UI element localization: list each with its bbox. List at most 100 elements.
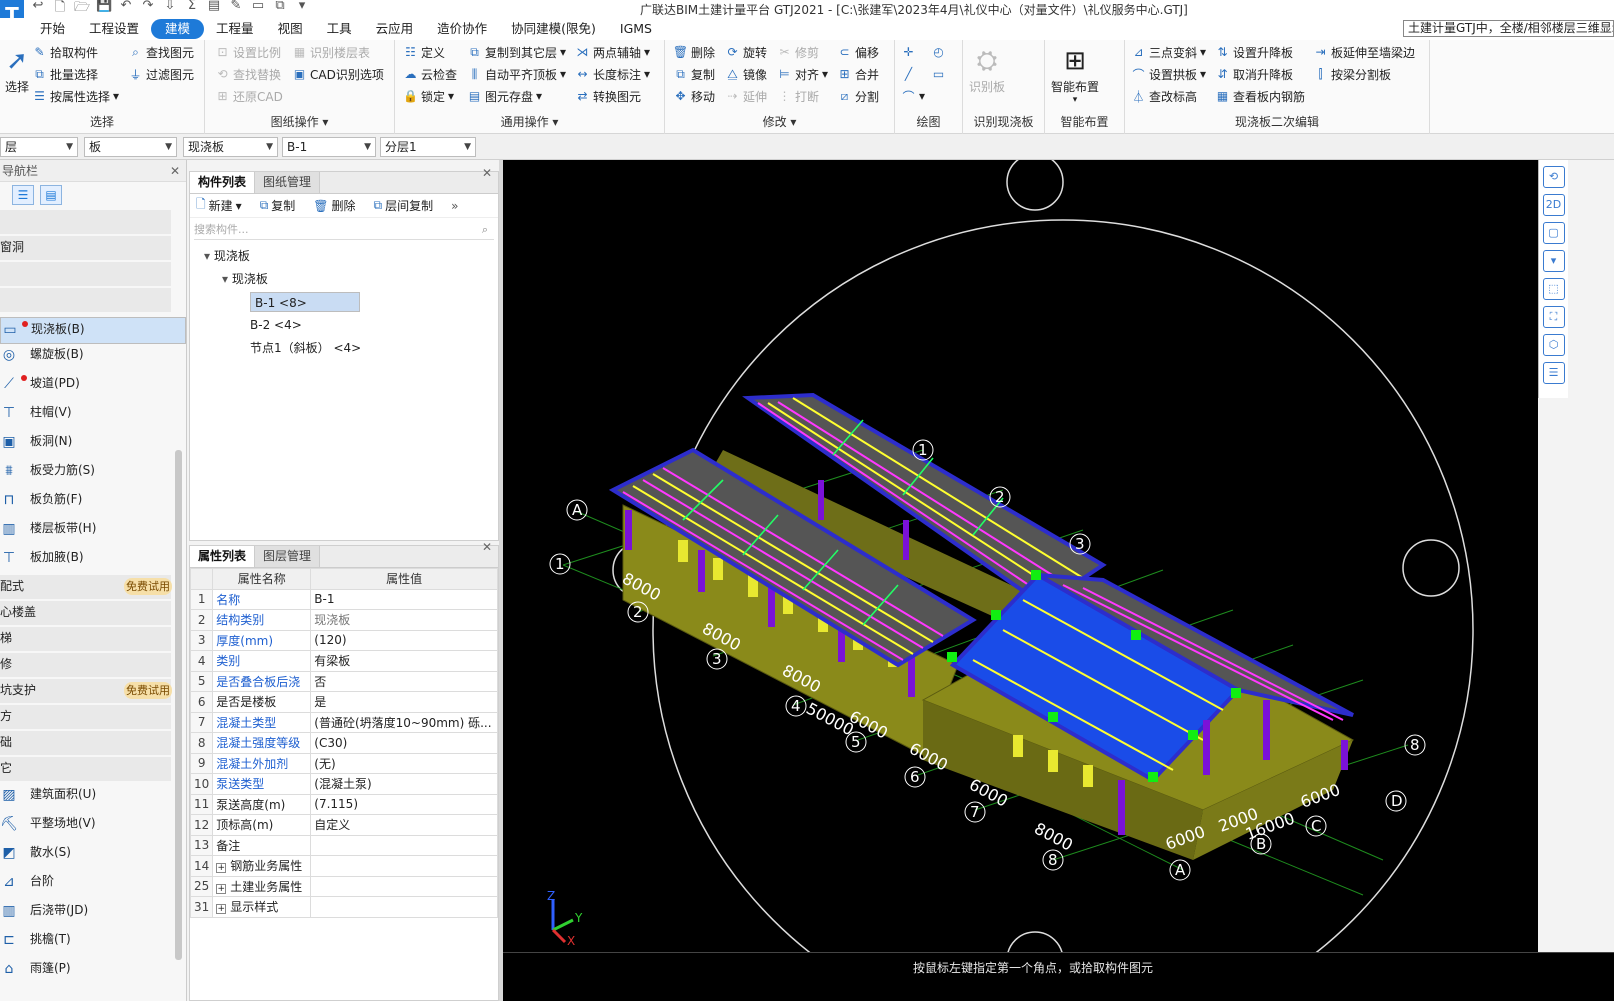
menu-2[interactable]: 建模 — [151, 19, 205, 39]
view-tool-icon-5[interactable]: ⛶ — [1542, 306, 1565, 328]
convert-element-button[interactable]: ⇄ 转换图元 — [575, 86, 641, 106]
nav-scrollbar[interactable] — [175, 450, 182, 960]
property-row[interactable]: 6 是否是楼板 是 — [189, 691, 498, 713]
quick-access-icon-9[interactable]: ✎ — [228, 0, 244, 20]
menu-8[interactable]: 协同建模(限免) — [499, 19, 608, 39]
set-arch-button[interactable]: ⌒ 设置拱板 ▾ — [1131, 64, 1206, 84]
copy-component-button[interactable]: ⧉ 复制 — [260, 197, 296, 214]
nav-item-22[interactable]: ⛏ 平整场地(V) — [0, 812, 186, 839]
property-row[interactable]: 12 顶标高(m) 自定义 — [189, 814, 498, 836]
common-group-label[interactable]: 通用操作 ▾ — [395, 113, 664, 130]
rotate-button[interactable]: ⟳ 旋转 — [725, 42, 767, 62]
menu-6[interactable]: 云应用 — [364, 19, 426, 39]
menu-1[interactable]: 工程设置 — [77, 19, 151, 39]
view-tool-icon-0[interactable]: ⟲ — [1542, 166, 1565, 188]
smart-layout-button[interactable]: ⊞ 智能布置 ▾ — [1051, 44, 1099, 105]
menu-9[interactable]: IGMS — [608, 19, 664, 39]
batch-select-button[interactable]: ⧉ 批量选择 — [32, 64, 98, 84]
cad-options-button[interactable]: ▣ CAD识别选项 — [292, 64, 384, 84]
menu-7[interactable]: 造价协作 — [425, 19, 499, 39]
type-select[interactable]: 现浇板 ▼ — [183, 137, 278, 157]
tree-node-0[interactable]: ▾ 现浇板 — [204, 246, 250, 266]
nav-item-7[interactable]: ⊤ 柱帽(V) — [0, 401, 186, 428]
quick-access-icon-8[interactable]: ▤ — [206, 0, 222, 20]
cancel-lift-slab-button[interactable]: ⇵ 取消升降板 — [1215, 64, 1293, 84]
nav-item-9[interactable]: ⩩ 板受力筋(S) — [0, 459, 186, 486]
delete-button[interactable]: 🗑 删除 — [673, 42, 715, 62]
expand-icon[interactable]: + — [216, 883, 227, 894]
expand-icon[interactable]: + — [216, 863, 227, 874]
nav-item-17[interactable]: 坑支护 免费试用 — [0, 679, 172, 703]
property-value[interactable] — [310, 896, 498, 918]
component-search-input[interactable]: 搜索构件... ⌕ — [194, 220, 494, 240]
property-value[interactable]: (无) — [310, 752, 498, 774]
modify-group-label[interactable]: 修改 ▾ — [665, 113, 894, 130]
nav-item-12[interactable]: ⊤ 板加腋(B) — [0, 546, 186, 573]
delete-component-button[interactable]: 🗑 删除 — [313, 197, 355, 214]
tree-node-4[interactable]: 节点1（斜板） <4> — [250, 338, 361, 358]
property-row[interactable]: 13 备注 — [189, 834, 498, 856]
cloud-check-button[interactable]: ☁ 云检查 — [403, 64, 458, 84]
notice-banner[interactable]: 土建计量GTJ中，全楼/相邻楼层三维显示 — [1403, 20, 1614, 37]
nav-item-18[interactable]: 方 — [0, 705, 171, 729]
nav-item-14[interactable]: 心楼盖 — [0, 601, 171, 625]
nav-item-8[interactable]: ▣ 板洞(N) — [0, 430, 186, 457]
property-row[interactable]: 2 结构类别 现浇板 — [189, 609, 498, 631]
nav-item-4[interactable]: ▭ 现浇板(B) — [0, 317, 186, 344]
expand-icon[interactable]: + — [216, 904, 227, 915]
tab-layer-manage[interactable]: 图层管理 — [255, 546, 321, 567]
rect-tool[interactable]: ▭ — [931, 64, 946, 84]
list-view-icon[interactable]: ☰ — [12, 185, 34, 205]
quick-access-icon-1[interactable]: 🗋 — [52, 0, 68, 20]
property-value[interactable]: 否 — [310, 670, 498, 692]
select-big-button[interactable]: ➚ 选择 — [0, 44, 34, 95]
quick-access-icon-3[interactable]: 💾 — [96, 0, 112, 20]
tab-component-list[interactable]: 构件列表 — [190, 172, 256, 193]
property-row[interactable]: 9 混凝土外加剂 (无) — [189, 752, 498, 774]
menu-4[interactable]: 视图 — [266, 19, 315, 39]
pick-component-button[interactable]: ✎ 拾取构件 — [32, 42, 98, 62]
menu-5[interactable]: 工具 — [315, 19, 364, 39]
quick-access-icon-4[interactable]: ↶ — [118, 0, 134, 20]
extend-to-wall-button[interactable]: ⇥ 板延伸至墙梁边 — [1313, 42, 1415, 62]
break-button[interactable]: ⋮ 打断 — [777, 86, 820, 106]
view-tool-icon-2[interactable]: ▢ — [1542, 222, 1565, 244]
nav-item-0[interactable] — [0, 210, 171, 234]
nav-item-1[interactable]: 窗洞 — [0, 236, 171, 260]
define-button[interactable]: ☷ 定义 — [403, 42, 445, 62]
property-row[interactable]: 11 泵送高度(m) (7.115) — [189, 793, 498, 815]
three-point-slope-button[interactable]: ⊿ 三点变斜 ▾ — [1131, 42, 1206, 62]
property-row[interactable]: 1 名称 B-1 — [189, 588, 498, 610]
tree-node-1[interactable]: ▾ 现浇板 — [222, 269, 268, 289]
view-tool-icon-3[interactable]: ▾ — [1542, 250, 1565, 272]
mirror-button[interactable]: ⧋ 镜像 — [725, 64, 767, 84]
3d-viewport[interactable]: 1 2 3 4 5 6 7 8 1 2 3 8 A A B C D 8000 8000 8000 50000 6000 60… — [503, 160, 1538, 952]
nav-item-6[interactable]: ⟋ 坡道(PD) — [0, 372, 186, 399]
nav-item-21[interactable]: ▨ 建筑面积(U) — [0, 783, 186, 810]
tree-node-3[interactable]: B-2 <4> — [250, 315, 302, 335]
quick-access-icon-6[interactable]: ⇩ — [162, 0, 178, 20]
copy-button[interactable]: ⧉ 复制 — [673, 64, 715, 84]
property-value[interactable]: B-1 — [310, 588, 498, 610]
property-row[interactable]: 3 厚度(mm) (120) — [189, 629, 498, 651]
copy-to-floor-button[interactable]: ⧉ 复制到其它层 ▾ — [467, 42, 566, 62]
line-tool[interactable]: ╱ — [901, 64, 916, 84]
merge-button[interactable]: ⊞ 合并 — [837, 64, 879, 84]
drawing-group-label[interactable]: 图纸操作 ▾ — [205, 113, 394, 130]
free-trial-badge[interactable]: 免费试用 — [124, 578, 172, 595]
component-select[interactable]: B-1 ▼ — [282, 137, 376, 157]
lock-button[interactable]: 🔒 锁定 ▾ — [403, 86, 454, 106]
property-value[interactable]: (120) — [310, 629, 498, 651]
property-value[interactable]: (7.115) — [310, 793, 498, 815]
quick-access-icon-5[interactable]: ↷ — [140, 0, 156, 20]
property-row[interactable]: 4 类别 有梁板 — [189, 650, 498, 672]
view-tool-icon-4[interactable]: ⬚ — [1542, 278, 1565, 300]
expand-icon[interactable]: ▾ — [222, 272, 232, 286]
property-value[interactable] — [310, 875, 498, 897]
set-lift-slab-button[interactable]: ⇅ 设置升降板 — [1215, 42, 1293, 62]
nav-item-19[interactable]: 础 — [0, 731, 171, 755]
property-row[interactable]: 25 + 土建业务属性 — [189, 875, 498, 897]
nav-item-20[interactable]: 它 — [0, 757, 171, 781]
nav-item-26[interactable]: ⊏ 挑檐(T) — [0, 928, 186, 955]
more-icon[interactable]: » — [451, 199, 458, 213]
